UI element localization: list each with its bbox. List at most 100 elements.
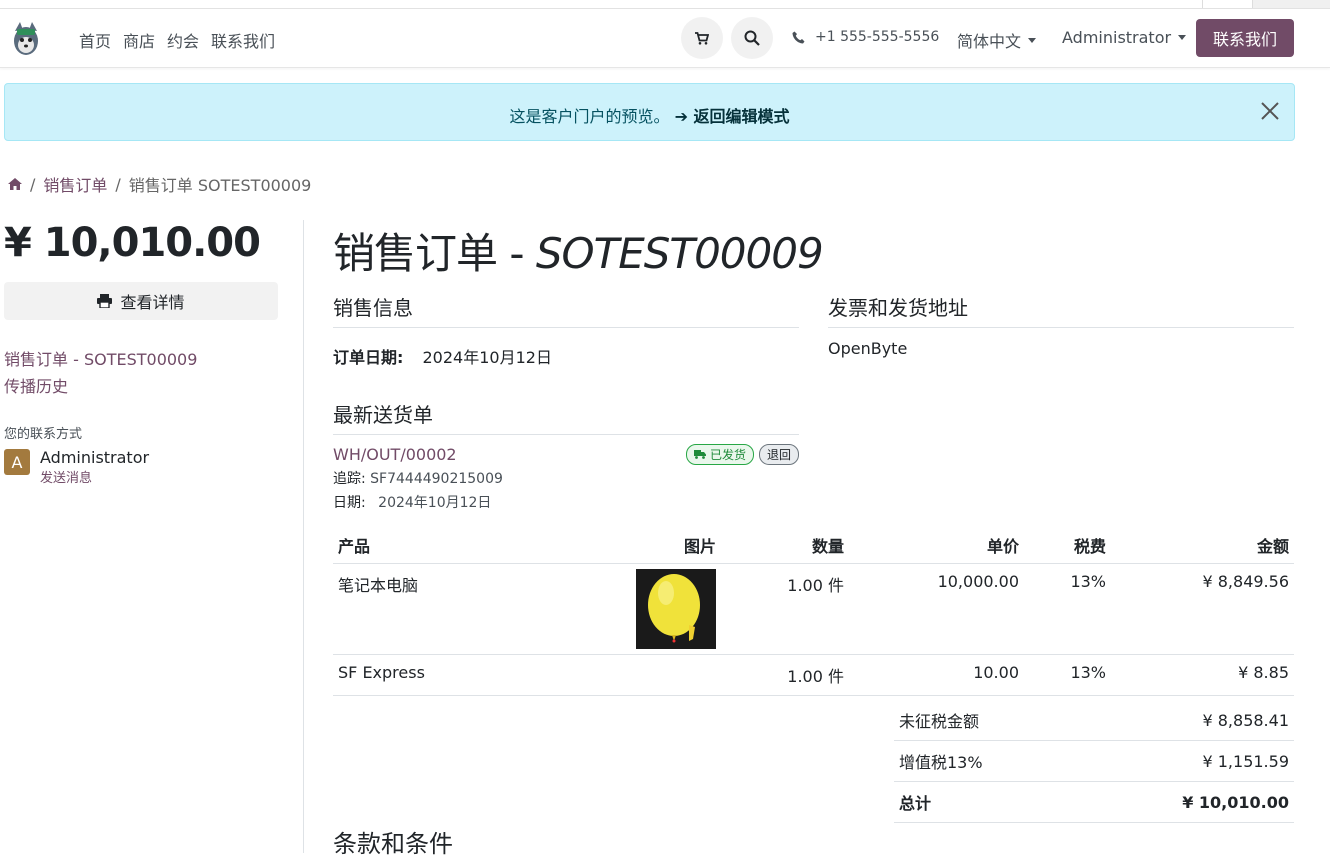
- cell-amount: ¥ 8.85: [1111, 654, 1294, 696]
- contact-us-button[interactable]: 联系我们: [1196, 19, 1294, 57]
- close-icon[interactable]: [1261, 102, 1279, 120]
- untaxed-value: ¥ 8,858.41: [1071, 700, 1294, 741]
- delivery-heading: 最新送货单: [333, 399, 799, 435]
- cell-tax: 13%: [1024, 563, 1111, 655]
- product-image[interactable]: [636, 569, 716, 649]
- preview-alert: 这是客户门户的预览。 ➔ 返回编辑模式: [4, 83, 1295, 141]
- order-date-label: 订单日期:: [333, 348, 404, 367]
- table-row: 笔记本电脑 1.00 件 10,000.00 13% ¥ 8,849.56: [333, 563, 1294, 655]
- delivery-date-label: 日期:: [333, 495, 366, 511]
- main-content: 销售订单 - SOTEST00009 销售信息 订单日期: 2024年10月12…: [333, 220, 1294, 858]
- page-title: 销售订单 - SOTEST00009: [333, 220, 1294, 281]
- col-price: 单价: [849, 529, 1024, 564]
- tracking-number: SF7444490215009: [370, 471, 503, 487]
- nav-shop[interactable]: 商店: [123, 28, 155, 52]
- cell-qty: 1.00 件: [721, 654, 849, 696]
- cell-image: [593, 654, 721, 696]
- print-icon: [97, 294, 113, 308]
- shipped-badge-label: 已发货: [709, 448, 746, 462]
- search-icon: [744, 30, 760, 46]
- view-details-label: 查看详情: [120, 293, 185, 312]
- untaxed-label: 未征税金额: [894, 700, 1072, 741]
- sales-info-section: 销售信息 订单日期: 2024年10月12日: [333, 292, 799, 368]
- order-date-value: 2024年10月12日: [422, 348, 552, 367]
- breadcrumb-current: 销售订单 SOTEST00009: [128, 176, 312, 195]
- table-header-row: 产品 图片 数量 单价 税费 金额: [333, 529, 1294, 564]
- title-prefix: 销售订单 -: [333, 229, 536, 278]
- totals-row-vat: 增值税13% ¥ 1,151.59: [894, 740, 1294, 782]
- tracking-label: 追踪:: [333, 471, 366, 487]
- nav-contact[interactable]: 联系我们: [211, 28, 275, 52]
- home-icon[interactable]: [8, 178, 22, 190]
- sidebar-order-link[interactable]: 销售订单 - SOTEST00009: [4, 346, 280, 370]
- totals-table: 未征税金额 ¥ 8,858.41 增值税13% ¥ 1,151.59 总计 ¥ …: [894, 700, 1294, 823]
- language-dropdown[interactable]: 简体中文: [957, 28, 1037, 52]
- totals-row-untaxed: 未征税金额 ¥ 8,858.41: [894, 700, 1294, 741]
- view-details-button[interactable]: 查看详情: [4, 282, 278, 320]
- col-amount: 金额: [1111, 529, 1294, 564]
- send-message-link[interactable]: 发送消息: [40, 467, 149, 486]
- main-nav: 首页 商店 约会 联系我们: [79, 28, 275, 52]
- nav-home[interactable]: 首页: [79, 28, 111, 52]
- col-product: 产品: [333, 529, 593, 564]
- contact-card: A Administrator 发送消息: [4, 449, 280, 486]
- phone-number: +1 555-555-5556: [815, 29, 940, 45]
- return-badge[interactable]: 退回: [758, 444, 799, 465]
- nav-appointment[interactable]: 约会: [167, 28, 199, 52]
- order-total-amount: ¥ 10,010.00: [4, 220, 261, 266]
- cart-button[interactable]: [681, 17, 723, 59]
- contact-name: Administrator: [40, 448, 150, 467]
- totals-row-total: 总计 ¥ 10,010.00: [894, 781, 1294, 823]
- contact-label: 您的联系方式: [4, 427, 83, 442]
- total-value: ¥ 10,010.00: [1071, 781, 1294, 823]
- back-to-edit-link[interactable]: ➔ 返回编辑模式: [675, 107, 790, 126]
- table-row: SF Express 1.00 件 10.00 13% ¥ 8.85: [333, 654, 1294, 696]
- col-tax: 税费: [1024, 529, 1111, 564]
- search-button[interactable]: [731, 17, 773, 59]
- cell-price: 10.00: [849, 654, 1024, 696]
- terms-heading: 条款和条件: [333, 830, 453, 858]
- delivery-date-row: 日期: 2024年10月12日: [333, 492, 799, 512]
- top-tab-active[interactable]: [1252, 0, 1330, 8]
- chevron-down-icon: [1028, 37, 1037, 43]
- cart-icon: [695, 31, 709, 45]
- truck-icon: [693, 450, 706, 459]
- navbar: 首页 商店 约会 联系我们 +1 555-555-5556 简体中文 Admin…: [0, 9, 1330, 68]
- order-date-row: 订单日期: 2024年10月12日: [333, 344, 799, 368]
- breadcrumb-sales-orders[interactable]: 销售订单: [43, 172, 107, 196]
- title-ref: SOTEST00009: [535, 229, 824, 278]
- avatar: A: [4, 449, 30, 475]
- phone-link[interactable]: +1 555-555-5556: [792, 29, 939, 45]
- cell-price: 10,000.00: [849, 563, 1024, 655]
- top-tab[interactable]: [1202, 0, 1253, 8]
- order-lines-table: 产品 图片 数量 单价 税费 金额 笔记本电脑 1.00 件 10,000.00…: [333, 529, 1294, 696]
- user-dropdown[interactable]: Administrator: [1062, 28, 1187, 47]
- user-name: Administrator: [1062, 28, 1172, 47]
- breadcrumb-separator: /: [30, 174, 36, 194]
- breadcrumb-separator: /: [115, 174, 121, 194]
- site-logo[interactable]: [8, 19, 44, 59]
- chevron-down-icon: [1178, 35, 1187, 40]
- vat-label: 增值税13%: [894, 740, 1072, 782]
- cell-product: SF Express: [333, 654, 593, 696]
- delivery-section: 最新送货单 WH/OUT/00002 已发货 退回 追踪: SF74444902…: [333, 399, 799, 512]
- cell-product: 笔记本电脑: [333, 563, 593, 655]
- sidebar-history-link[interactable]: 传播历史: [4, 373, 280, 397]
- sidebar-divider: [303, 220, 304, 853]
- browser-top-strip: [0, 0, 1330, 9]
- order-lines: 产品 图片 数量 单价 税费 金额 笔记本电脑 1.00 件 10,000.00…: [333, 529, 1294, 696]
- address-heading: 发票和发货地址: [828, 292, 1294, 328]
- cell-qty: 1.00 件: [721, 563, 849, 655]
- address-value: OpenByte: [828, 339, 908, 358]
- col-image: 图片: [593, 529, 721, 564]
- tracking-row: 追踪: SF7444490215009: [333, 468, 799, 488]
- alert-text: 这是客户门户的预览。: [509, 107, 670, 126]
- delivery-date-value: 2024年10月12日: [378, 495, 492, 511]
- totals-section: 未征税金额 ¥ 8,858.41 增值税13% ¥ 1,151.59 总计 ¥ …: [894, 700, 1294, 823]
- address-section: 发票和发货地址 OpenByte: [828, 292, 1294, 358]
- shipped-badge: 已发货: [685, 444, 754, 465]
- sales-info-heading: 销售信息: [333, 292, 799, 328]
- cell-tax: 13%: [1024, 654, 1111, 696]
- delivery-ref-link[interactable]: WH/OUT/00002: [333, 445, 457, 464]
- cell-image: [593, 563, 721, 655]
